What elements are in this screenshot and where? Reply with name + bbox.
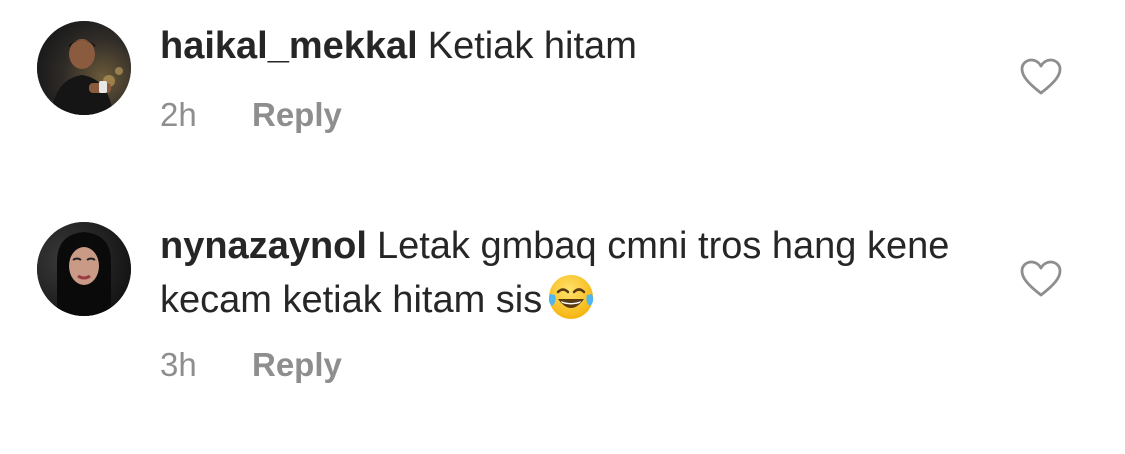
comment-username[interactable]: haikal_mekkal — [160, 25, 418, 67]
comment-username[interactable]: nynazaynol — [160, 225, 367, 267]
avatar-photo — [37, 222, 131, 316]
comment-timestamp: 2h — [160, 96, 197, 133]
comment-meta: 2h Reply — [160, 95, 342, 135]
comment-text: Ketiak hitam — [427, 25, 637, 67]
heart-outline-icon[interactable] — [1020, 58, 1062, 96]
comment-item: haikal_mekkal Ketiak hitam 2h Reply — [0, 0, 1125, 200]
avatar-photo — [37, 21, 131, 115]
avatar[interactable] — [37, 21, 131, 115]
comment-item: nynazaynol Letak gmbaq cmni tros hang ken… — [0, 200, 1125, 454]
comment-text-block: nynazaynol Letak gmbaq cmni tros hang ken… — [160, 220, 980, 326]
comment-timestamp: 3h — [160, 346, 197, 383]
reply-button[interactable]: Reply — [252, 345, 342, 385]
face-with-tears-of-joy-icon — [546, 272, 596, 322]
heart-outline-icon[interactable] — [1020, 260, 1062, 298]
comment-meta: 3h Reply — [160, 345, 342, 385]
comment-text-block: haikal_mekkal Ketiak hitam — [160, 20, 980, 72]
reply-button[interactable]: Reply — [252, 95, 342, 135]
avatar[interactable] — [37, 222, 131, 316]
